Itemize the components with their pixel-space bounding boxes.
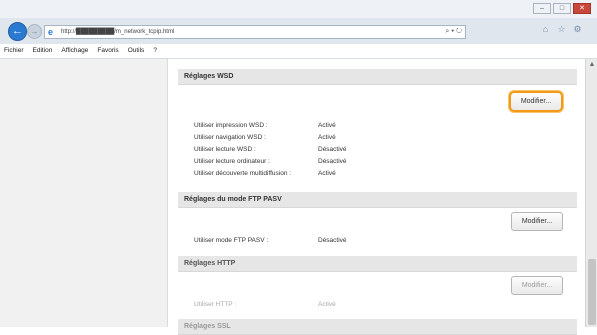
section-header-http: Réglages HTTP — [178, 256, 577, 272]
menu-item-fichier[interactable]: Fichier — [4, 44, 24, 58]
section-header-wsd: Réglages WSD — [178, 69, 577, 85]
settings-panel: Réglages WSD Modifier... Utiliser impres… — [167, 59, 586, 335]
setting-row: Utiliser navigation WSD : Activé — [194, 133, 336, 142]
menu-bar: Fichier Edition Affichage Favoris Outils… — [0, 44, 597, 59]
setting-value: Activé — [318, 134, 336, 141]
setting-value: Désactivé — [318, 158, 347, 165]
setting-label: Utiliser navigation WSD : — [194, 134, 266, 141]
url-text[interactable]: http://█████████/m_network_tcpip.html — [61, 26, 174, 38]
menu-item-help[interactable]: ? — [153, 44, 157, 58]
scroll-thumb[interactable] — [588, 259, 596, 325]
title-bar: – □ ✕ — [0, 0, 597, 18]
forward-button[interactable]: → — [27, 24, 42, 39]
minimize-button[interactable]: – — [533, 3, 551, 14]
home-icon[interactable]: ⌂ — [540, 24, 551, 35]
setting-value: Activé — [318, 170, 336, 177]
setting-label: Utiliser HTTP : — [194, 301, 237, 308]
menu-item-affichage[interactable]: Affichage — [61, 44, 88, 58]
star-icon[interactable]: ☆ — [556, 24, 567, 35]
section-header-ftp-pasv: Réglages du mode FTP PASV — [178, 192, 577, 208]
menu-item-edition[interactable]: Edition — [33, 44, 53, 58]
navigation-bar: ← → e http://█████████/m_network_tcpip.h… — [0, 18, 597, 45]
address-bar[interactable]: e http://█████████/m_network_tcpip.html … — [44, 25, 466, 39]
toolbar-icons: ⌂ ☆ ⚙ — [540, 24, 583, 35]
http-edit-button[interactable]: Modifier... — [511, 276, 563, 295]
window-controls: – □ ✕ — [533, 3, 591, 14]
setting-label: Utiliser impression WSD : — [194, 122, 268, 129]
menu-item-favoris[interactable]: Favoris — [97, 44, 118, 58]
setting-value: Activé — [318, 301, 336, 308]
maximize-button[interactable]: □ — [553, 3, 571, 14]
back-button[interactable]: ← — [8, 22, 27, 41]
ftp-pasv-edit-button[interactable]: Modifier... — [511, 212, 563, 231]
back-arrow-icon: ← — [12, 25, 23, 37]
section-header-ssl: Réglages SSL — [178, 319, 577, 335]
setting-value: Désactivé — [318, 237, 347, 244]
ie-logo-icon: e — [48, 27, 54, 37]
setting-row: Utiliser mode FTP PASV : Désactivé — [194, 236, 347, 245]
setting-row: Utiliser lecture ordinateur : Désactivé — [194, 157, 347, 166]
scroll-up-icon[interactable]: ▲ — [588, 61, 596, 69]
close-button[interactable]: ✕ — [573, 3, 591, 14]
setting-value: Activé — [318, 122, 336, 129]
setting-row: Utiliser impression WSD : Activé — [194, 121, 336, 130]
setting-label: Utiliser lecture ordinateur : — [194, 158, 270, 165]
vertical-scrollbar[interactable]: ▲ — [585, 59, 597, 327]
menu-item-outils[interactable]: Outils — [128, 44, 145, 58]
setting-label: Utiliser découverte multidiffusion : — [194, 170, 292, 177]
http-section: Réglages HTTP Modifier... Utiliser HTTP … — [178, 256, 577, 316]
wsd-edit-button[interactable]: Modifier... — [509, 91, 563, 112]
setting-value: Désactivé — [318, 146, 347, 153]
address-bar-tools[interactable]: ⌕ ▾ ↻ — [445, 26, 462, 38]
setting-label: Utiliser mode FTP PASV : — [194, 237, 269, 244]
setting-row: Utiliser HTTP : Activé — [194, 300, 336, 309]
setting-row: Utiliser lecture WSD : Désactivé — [194, 145, 347, 154]
browser-window: – □ ✕ ← → e http://█████████/m_network_t… — [0, 0, 597, 335]
left-pane — [0, 59, 167, 327]
setting-row: Utiliser découverte multidiffusion : Acti… — [194, 169, 336, 178]
forward-arrow-icon: → — [30, 27, 39, 36]
ftp-pasv-section: Réglages du mode FTP PASV Modifier... Ut… — [178, 192, 577, 252]
setting-label: Utiliser lecture WSD : — [194, 146, 256, 153]
gear-icon[interactable]: ⚙ — [572, 24, 583, 35]
wsd-section: Réglages WSD Modifier... Utiliser impres… — [178, 69, 577, 189]
